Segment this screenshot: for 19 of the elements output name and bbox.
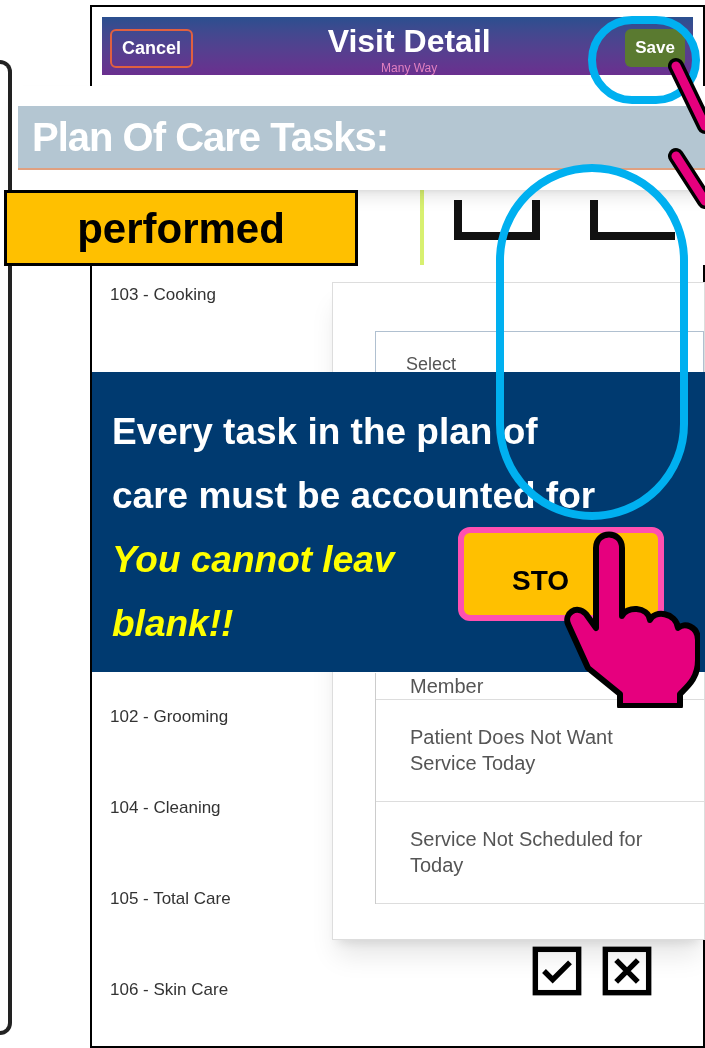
option-item[interactable]: Member — [410, 673, 484, 699]
warning-text: blank!! — [112, 602, 234, 646]
task-label: 106 - Skin Care — [110, 979, 229, 1001]
screen-subtitle: Many Way — [381, 61, 438, 75]
option-item[interactable]: Service Not Scheduled for Today — [410, 802, 674, 903]
task-label: 102 - Grooming — [110, 706, 229, 728]
save-button[interactable]: Save — [625, 29, 685, 67]
cancel-button[interactable]: Cancel — [110, 29, 194, 68]
task-label: 103 - Cooking — [110, 284, 216, 306]
task-label: 105 - Total Care — [110, 888, 231, 910]
warning-text: You cannot leav — [112, 538, 395, 582]
task-label: 104 - Cleaning — [110, 797, 221, 819]
screen-title: Visit Detail — [327, 22, 491, 61]
section-title: Plan Of Care Tasks: — [18, 106, 705, 170]
check-icon — [531, 945, 583, 997]
banner-text: Every task in the plan of — [112, 410, 538, 454]
close-icon — [601, 945, 653, 997]
callout-label: performed — [4, 190, 358, 266]
option-item[interactable]: Patient Does Not Want Service Today — [410, 700, 674, 801]
